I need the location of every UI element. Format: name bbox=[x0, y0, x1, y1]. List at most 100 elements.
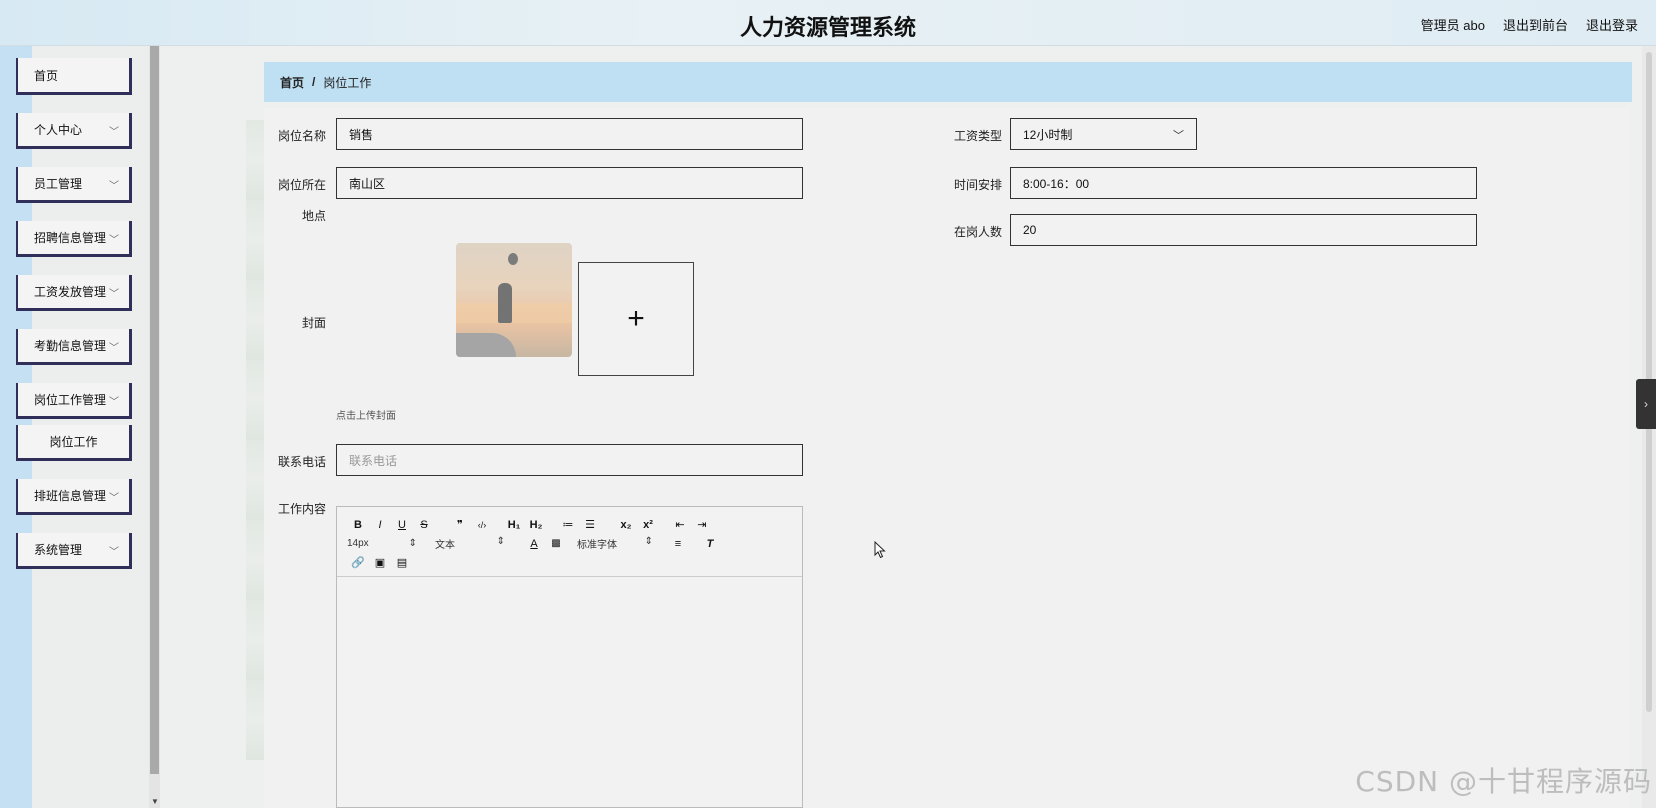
link-icon[interactable]: 🔗 bbox=[347, 556, 369, 569]
subscript-button[interactable]: x₂ bbox=[615, 519, 637, 531]
font-family-value: 标准字体 bbox=[577, 540, 617, 551]
chevron-down-icon: ﹀ bbox=[109, 127, 119, 138]
editor-toolbar: B I U S ❞ ‹/› H₁ H₂ ≔ ☰ x₂ x² ⇤ ⇥ 14px ⇕ bbox=[337, 507, 802, 577]
select-arrows-icon: ⇕ bbox=[496, 536, 505, 547]
outdent-button[interactable]: ⇤ bbox=[669, 518, 691, 531]
sidebar-scrollbar[interactable]: ▼ bbox=[149, 46, 160, 808]
logout-link[interactable]: 退出登录 bbox=[1586, 15, 1638, 34]
breadcrumb: 首页 / 岗位工作 bbox=[264, 62, 1632, 102]
admin-label: 管理员 abo bbox=[1420, 18, 1485, 33]
sidebar-item-home[interactable]: 首页 bbox=[16, 58, 132, 95]
sidebar-item-recruitment[interactable]: 招聘信息管理 ﹀ bbox=[16, 221, 132, 257]
scroll-down-arrow-icon[interactable]: ▼ bbox=[151, 797, 159, 806]
toolbar-row-3: 🔗 ▣ ▤ bbox=[347, 553, 802, 572]
chevron-down-icon: ﹀ bbox=[1173, 130, 1184, 142]
cover-image-thumbnail[interactable] bbox=[456, 243, 572, 357]
breadcrumb-home[interactable]: 首页 bbox=[280, 74, 304, 91]
editor-content-area[interactable] bbox=[337, 577, 802, 807]
clear-format-icon[interactable]: T bbox=[699, 538, 721, 550]
bullet-list-button[interactable]: ☰ bbox=[579, 518, 601, 531]
chevron-down-icon: ﹀ bbox=[109, 547, 119, 558]
sidebar-item-label: 工资发放管理 bbox=[34, 285, 107, 299]
font-family-select[interactable]: 标准字体 ⇕ bbox=[577, 536, 653, 551]
sidebar-item-label: 考勤信息管理 bbox=[34, 339, 107, 353]
sidebar-item-label: 排班信息管理 bbox=[34, 489, 107, 503]
sidebar-item-label: 首页 bbox=[34, 68, 59, 83]
video-icon[interactable]: ▤ bbox=[391, 556, 413, 569]
sidebar-item-label: 系统管理 bbox=[34, 543, 83, 557]
font-color-icon[interactable]: A bbox=[523, 538, 545, 550]
sidebar-item-attendance[interactable]: 考勤信息管理 ﹀ bbox=[16, 329, 132, 365]
chevron-down-icon: ﹀ bbox=[109, 235, 119, 246]
chevron-right-icon[interactable]: › bbox=[1636, 379, 1656, 429]
sidebar-item-scheduling[interactable]: 排班信息管理 ﹀ bbox=[16, 479, 132, 515]
phone-label: 联系电话 bbox=[277, 455, 326, 469]
sidebar-item-label: 员工管理 bbox=[34, 177, 83, 191]
blockquote-button[interactable]: ❞ bbox=[449, 518, 471, 531]
chevron-down-icon: ﹀ bbox=[109, 343, 119, 354]
code-block-button[interactable]: ‹/› bbox=[471, 520, 493, 530]
location-input[interactable]: 南山区 bbox=[336, 167, 803, 199]
sidebar-item-personal-center[interactable]: 个人中心 ﹀ bbox=[16, 113, 132, 149]
italic-button[interactable]: I bbox=[369, 519, 391, 531]
underline-button[interactable]: U bbox=[391, 519, 413, 531]
top-header: 人力资源管理系统 管理员 abo 退出到前台 退出登录 bbox=[0, 0, 1656, 46]
watermark-text: CSDN @十甘程序源码 bbox=[1355, 765, 1652, 798]
align-icon[interactable]: ≡ bbox=[667, 538, 689, 550]
cover-image-figure bbox=[498, 283, 512, 323]
sidebar-item-label: 招聘信息管理 bbox=[34, 231, 107, 245]
headcount-label: 在岗人数 bbox=[953, 225, 1002, 239]
sidebar-menu: 首页 个人中心 ﹀ 员工管理 ﹀ 招聘信息管理 ﹀ 工资发放管理 ﹀ 考勤信息管… bbox=[16, 58, 132, 587]
header1-button[interactable]: H₁ bbox=[503, 519, 525, 531]
upload-cover-button[interactable]: + bbox=[578, 262, 694, 376]
bold-button[interactable]: B bbox=[347, 519, 369, 531]
salary-type-label: 工资类型 bbox=[953, 129, 1002, 143]
sidebar-item-label: 岗位工作 bbox=[49, 435, 98, 449]
text-style-value: 文本 bbox=[435, 540, 455, 551]
headcount-input[interactable]: 20 bbox=[1010, 214, 1477, 246]
sidebar-item-position-management[interactable]: 岗位工作管理 ﹀ bbox=[16, 383, 132, 419]
schedule-input[interactable]: 8:00-16：00 bbox=[1010, 167, 1477, 199]
sidebar-item-employee-management[interactable]: 员工管理 ﹀ bbox=[16, 167, 132, 203]
image-icon[interactable]: ▣ bbox=[369, 556, 391, 569]
position-name-label: 岗位名称 bbox=[277, 129, 326, 143]
salary-type-value: 12小时制 bbox=[1023, 127, 1073, 142]
rich-text-editor: B I U S ❞ ‹/› H₁ H₂ ≔ ☰ x₂ x² ⇤ ⇥ 14px ⇕ bbox=[336, 506, 803, 808]
schedule-label: 时间安排 bbox=[953, 178, 1002, 192]
ordered-list-button[interactable]: ≔ bbox=[557, 518, 579, 531]
content-label: 工作内容 bbox=[277, 502, 326, 516]
position-name-input[interactable]: 销售 bbox=[336, 118, 803, 150]
cover-image-sky bbox=[456, 303, 572, 323]
app-title: 人力资源管理系统 bbox=[739, 16, 916, 41]
front-link[interactable]: 退出到前台 bbox=[1503, 15, 1568, 34]
header2-button[interactable]: H₂ bbox=[525, 519, 547, 531]
chevron-down-icon: ﹀ bbox=[109, 181, 119, 192]
superscript-button[interactable]: x² bbox=[637, 519, 659, 531]
toolbar-row-2: 14px ⇕ 文本 ⇕ A ▩ 标准字体 ⇕ ≡ T bbox=[347, 534, 802, 553]
sidebar-subitem-position-work[interactable]: 岗位工作 bbox=[16, 425, 132, 461]
cover-label: 封面 bbox=[301, 316, 326, 330]
sidebar-item-system[interactable]: 系统管理 ﹀ bbox=[16, 533, 132, 569]
sidebar-item-salary[interactable]: 工资发放管理 ﹀ bbox=[16, 275, 132, 311]
background-color-icon[interactable]: ▩ bbox=[545, 538, 567, 549]
chevron-down-icon: ﹀ bbox=[109, 493, 119, 504]
chevron-down-icon: ﹀ bbox=[109, 397, 119, 408]
select-arrows-icon: ⇕ bbox=[408, 538, 417, 549]
strikethrough-button[interactable]: S bbox=[413, 519, 435, 531]
text-style-select[interactable]: 文本 ⇕ bbox=[435, 536, 505, 551]
header-links: 管理员 abo 退出到前台 退出登录 bbox=[1421, 15, 1638, 34]
upload-hint-text: 点击上传封面 bbox=[336, 411, 396, 422]
sidebar-item-label: 岗位工作管理 bbox=[34, 393, 107, 407]
location-label-line1: 岗位所在 bbox=[277, 178, 326, 192]
phone-input[interactable]: 联系电话 bbox=[336, 444, 803, 476]
chevron-down-icon: ﹀ bbox=[109, 289, 119, 300]
breadcrumb-separator: / bbox=[312, 75, 316, 89]
indent-button[interactable]: ⇥ bbox=[691, 518, 713, 531]
mouse-cursor-icon bbox=[874, 541, 886, 559]
font-size-select[interactable]: 14px ⇕ bbox=[347, 538, 417, 549]
salary-type-select[interactable]: 12小时制 ﹀ bbox=[1010, 118, 1197, 150]
sidebar-scrollbar-thumb[interactable] bbox=[150, 46, 159, 774]
select-arrows-icon: ⇕ bbox=[644, 536, 653, 547]
font-size-value: 14px bbox=[347, 538, 369, 549]
cover-image-rock bbox=[456, 333, 516, 357]
